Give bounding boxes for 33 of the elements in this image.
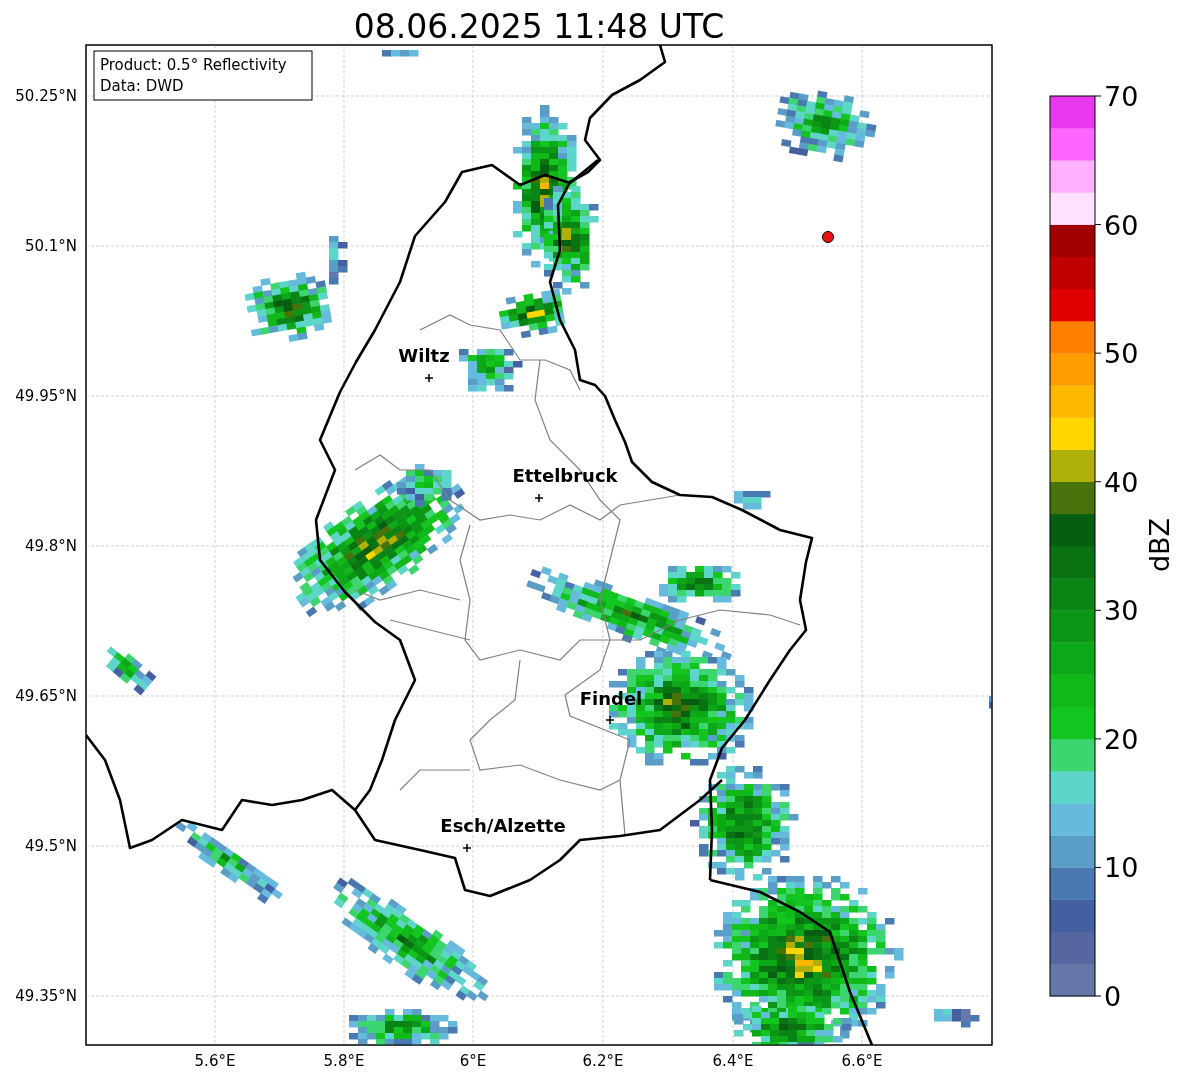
latitude-tick-label: 49.35°N <box>15 987 77 1005</box>
colorbar-label: dBZ <box>1144 517 1175 573</box>
longitude-tick-label: 6.4°E <box>712 1052 754 1070</box>
latitude-tick-label: 49.95°N <box>15 387 77 405</box>
city-marker-icon <box>605 715 615 725</box>
colorbar-tick-label: 40 <box>1104 466 1139 498</box>
city-label: Esch/Alzette <box>440 815 566 836</box>
latitude-tick-label: 49.65°N <box>15 687 77 705</box>
latitude-tick-label: 49.5°N <box>24 837 77 855</box>
colorbar-tick-label: 50 <box>1104 338 1139 370</box>
colorbar-tick-label: 0 <box>1104 981 1122 1012</box>
longitude-tick-label: 5.8°E <box>323 1052 365 1070</box>
latitude-tick-label: 50.25°N <box>15 87 77 105</box>
location-marker <box>822 231 834 243</box>
colorbar-tick-label: 10 <box>1104 852 1139 884</box>
longitude-tick-label: 5.6°E <box>194 1052 236 1070</box>
longitude-tick-label: 6.2°E <box>582 1052 624 1070</box>
city-marker-icon <box>534 493 544 503</box>
colorbar-tick-label: 60 <box>1104 209 1139 241</box>
city-marker-icon <box>424 373 434 383</box>
colorbar-tick-label: 70 <box>1104 81 1139 112</box>
chart-title: 08.06.2025 11:48 UTC <box>353 7 725 46</box>
longitude-tick-label: 6°E <box>459 1052 487 1070</box>
city-label: Wiltz <box>398 345 450 366</box>
colorbar-tick-label: 20 <box>1104 723 1139 755</box>
latitude-tick-label: 50.1°N <box>24 237 77 255</box>
info-text: Product: 0.5° Reflectivity <box>100 56 287 74</box>
city-label: Ettelbruck <box>512 465 618 486</box>
longitude-tick-label: 6.6°E <box>841 1052 883 1070</box>
city-marker-icon <box>462 843 472 853</box>
colorbar-tick-label: 30 <box>1104 595 1139 627</box>
latitude-tick-label: 49.8°N <box>24 537 77 555</box>
info-text: Data: DWD <box>100 77 184 95</box>
